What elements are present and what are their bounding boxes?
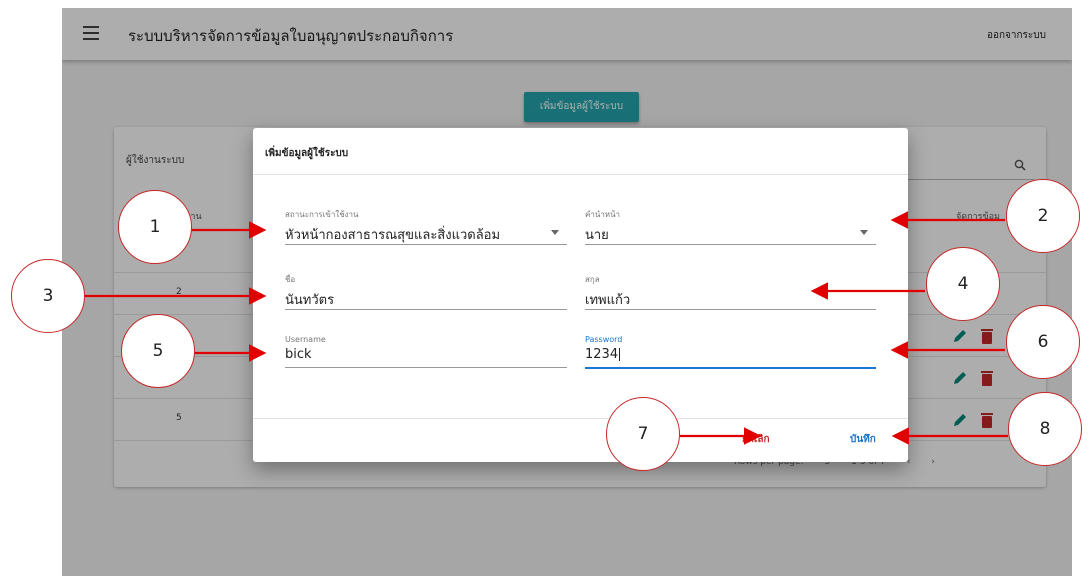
- callout-4: 4: [926, 247, 1000, 321]
- callout-5: 5: [121, 314, 195, 388]
- callout-7: 7: [606, 397, 680, 471]
- callout-2: 2: [1006, 179, 1080, 253]
- callout-1: 1: [118, 190, 192, 264]
- callout-6: 6: [1006, 305, 1080, 379]
- callout-8: 8: [1008, 392, 1082, 466]
- callout-3: 3: [11, 259, 85, 333]
